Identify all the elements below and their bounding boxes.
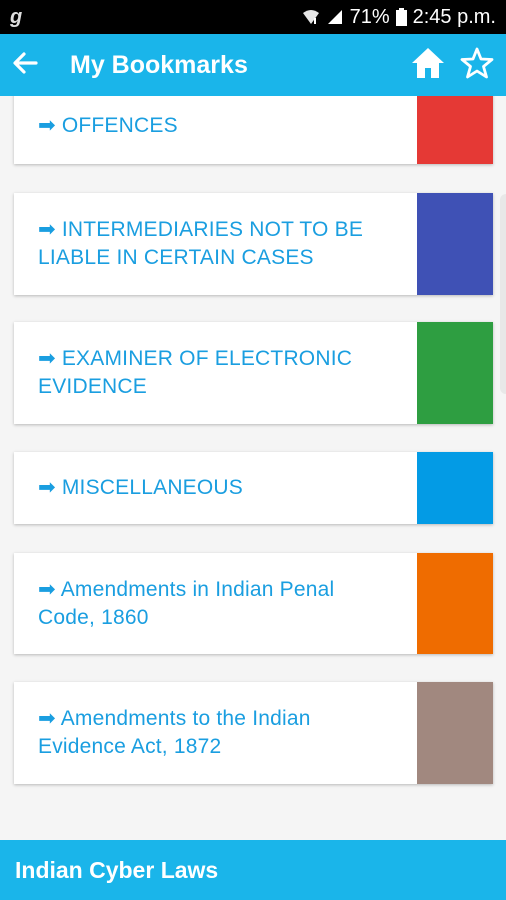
color-swatch bbox=[417, 322, 493, 424]
bookmark-title: Amendments in Indian Penal Code, 1860 bbox=[38, 577, 335, 629]
arrow-right-icon: ➡ bbox=[38, 707, 56, 730]
bookmark-title: EXAMINER OF ELECTRONIC EVIDENCE bbox=[38, 347, 353, 398]
bookmark-star-button[interactable] bbox=[460, 46, 494, 85]
bookmark-card-evidence-amendments[interactable]: ➡ Amendments to the Indian Evidence Act,… bbox=[14, 682, 493, 784]
home-icon bbox=[410, 46, 446, 85]
home-button[interactable] bbox=[410, 46, 446, 85]
color-swatch bbox=[417, 553, 493, 654]
bookmark-card-miscellaneous[interactable]: ➡ MISCELLANEOUS bbox=[14, 452, 493, 524]
bookmark-card-offences[interactable]: ➡ OFFENCES bbox=[14, 96, 493, 164]
battery-icon bbox=[395, 8, 407, 26]
bookmark-label: ➡ MISCELLANEOUS bbox=[14, 452, 417, 524]
bookmark-card-examiner[interactable]: ➡ EXAMINER OF ELECTRONIC EVIDENCE bbox=[14, 322, 493, 424]
star-outline-icon bbox=[460, 46, 494, 85]
arrow-left-icon bbox=[12, 50, 38, 81]
bookmark-title: MISCELLANEOUS bbox=[61, 476, 243, 499]
color-swatch bbox=[417, 682, 493, 784]
signal-icon bbox=[326, 8, 344, 26]
bookmark-title: OFFENCES bbox=[61, 114, 178, 137]
battery-percent: 71% bbox=[349, 5, 390, 28]
bookmark-label: ➡ EXAMINER OF ELECTRONIC EVIDENCE bbox=[14, 322, 417, 424]
footer-title: Indian Cyber Laws bbox=[15, 856, 219, 883]
app-bar-actions bbox=[410, 46, 494, 85]
bookmark-label: ➡ Amendments to the Indian Evidence Act,… bbox=[14, 682, 417, 784]
back-button[interactable] bbox=[0, 34, 50, 96]
app-badge-icon: g bbox=[10, 5, 23, 28]
arrow-right-icon: ➡ bbox=[38, 577, 56, 601]
clock: 2:45 p.m. bbox=[412, 5, 496, 28]
page-title: My Bookmarks bbox=[70, 50, 248, 79]
arrow-right-icon: ➡ bbox=[38, 114, 56, 137]
bookmark-label: ➡ INTERMEDIARIES NOT TO BE LIABLE IN CER… bbox=[14, 193, 417, 295]
arrow-right-icon: ➡ bbox=[38, 218, 56, 241]
bookmark-title: Amendments to the Indian Evidence Act, 1… bbox=[38, 707, 311, 758]
bookmark-card-intermediaries[interactable]: ➡ INTERMEDIARIES NOT TO BE LIABLE IN CER… bbox=[14, 193, 493, 295]
bookmark-label: ➡ OFFENCES bbox=[14, 96, 417, 164]
color-swatch bbox=[417, 452, 493, 524]
status-indicators: 71% 2:45 p.m. bbox=[302, 6, 496, 29]
app-bar: My Bookmarks bbox=[0, 34, 506, 96]
footer-bar[interactable]: Indian Cyber Laws bbox=[0, 840, 506, 900]
arrow-right-icon: ➡ bbox=[38, 347, 56, 370]
bookmark-title: INTERMEDIARIES NOT TO BE LIABLE IN CERTA… bbox=[38, 218, 364, 269]
color-swatch bbox=[417, 193, 493, 295]
bookmark-card-ipc-amendments[interactable]: ➡ Amendments in Indian Penal Code, 1860 bbox=[14, 553, 493, 654]
scrollbar[interactable] bbox=[500, 194, 506, 394]
bookmark-label: ➡ Amendments in Indian Penal Code, 1860 bbox=[14, 553, 417, 654]
color-swatch bbox=[417, 96, 493, 164]
arrow-right-icon: ➡ bbox=[38, 476, 56, 499]
status-bar: g 71% 2:45 p.m. bbox=[0, 0, 506, 34]
wifi-icon bbox=[302, 8, 320, 26]
bookmark-list[interactable]: ➡ OFFENCES ➡ INTERMEDIARIES NOT TO BE LI… bbox=[0, 96, 506, 840]
